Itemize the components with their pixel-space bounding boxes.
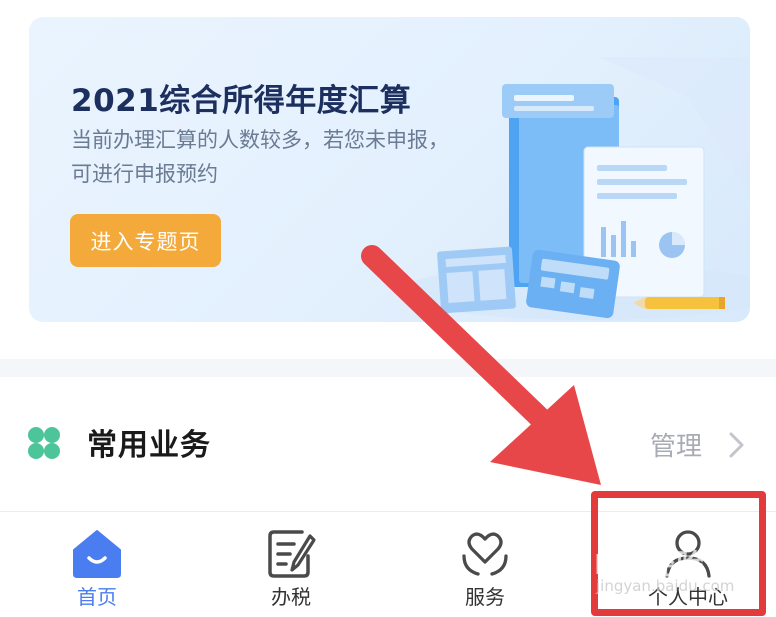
annual-tax-banner[interactable]: 2021综合所得年度汇算 当前办理汇算的人数较多，若您未申报，可进行申报预约 进… <box>29 17 750 322</box>
tab-home[interactable]: 首页 <box>0 512 194 617</box>
section-title: 常用业务 <box>87 428 211 463</box>
heart-hands-icon <box>462 532 508 576</box>
tab-services[interactable]: 服务 <box>388 512 582 617</box>
tab-label: 办税 <box>271 585 311 609</box>
home-icon <box>73 530 121 578</box>
banner-title: 2021综合所得年度汇算 <box>71 83 412 119</box>
tab-label: 首页 <box>77 585 117 609</box>
manage-link[interactable]: 管理 <box>650 426 702 463</box>
enter-topic-button[interactable]: 进入专题页 <box>70 214 221 267</box>
tax-documents-illustration <box>399 57 750 320</box>
tab-label: 服务 <box>465 585 505 609</box>
watermark-url: jingyan.baidu.com <box>596 577 735 595</box>
chevron-right-icon[interactable] <box>726 431 748 459</box>
tab-tax[interactable]: 办税 <box>194 512 388 617</box>
section-divider <box>0 359 776 377</box>
edit-document-icon <box>268 530 316 578</box>
clover-icon <box>28 427 60 459</box>
